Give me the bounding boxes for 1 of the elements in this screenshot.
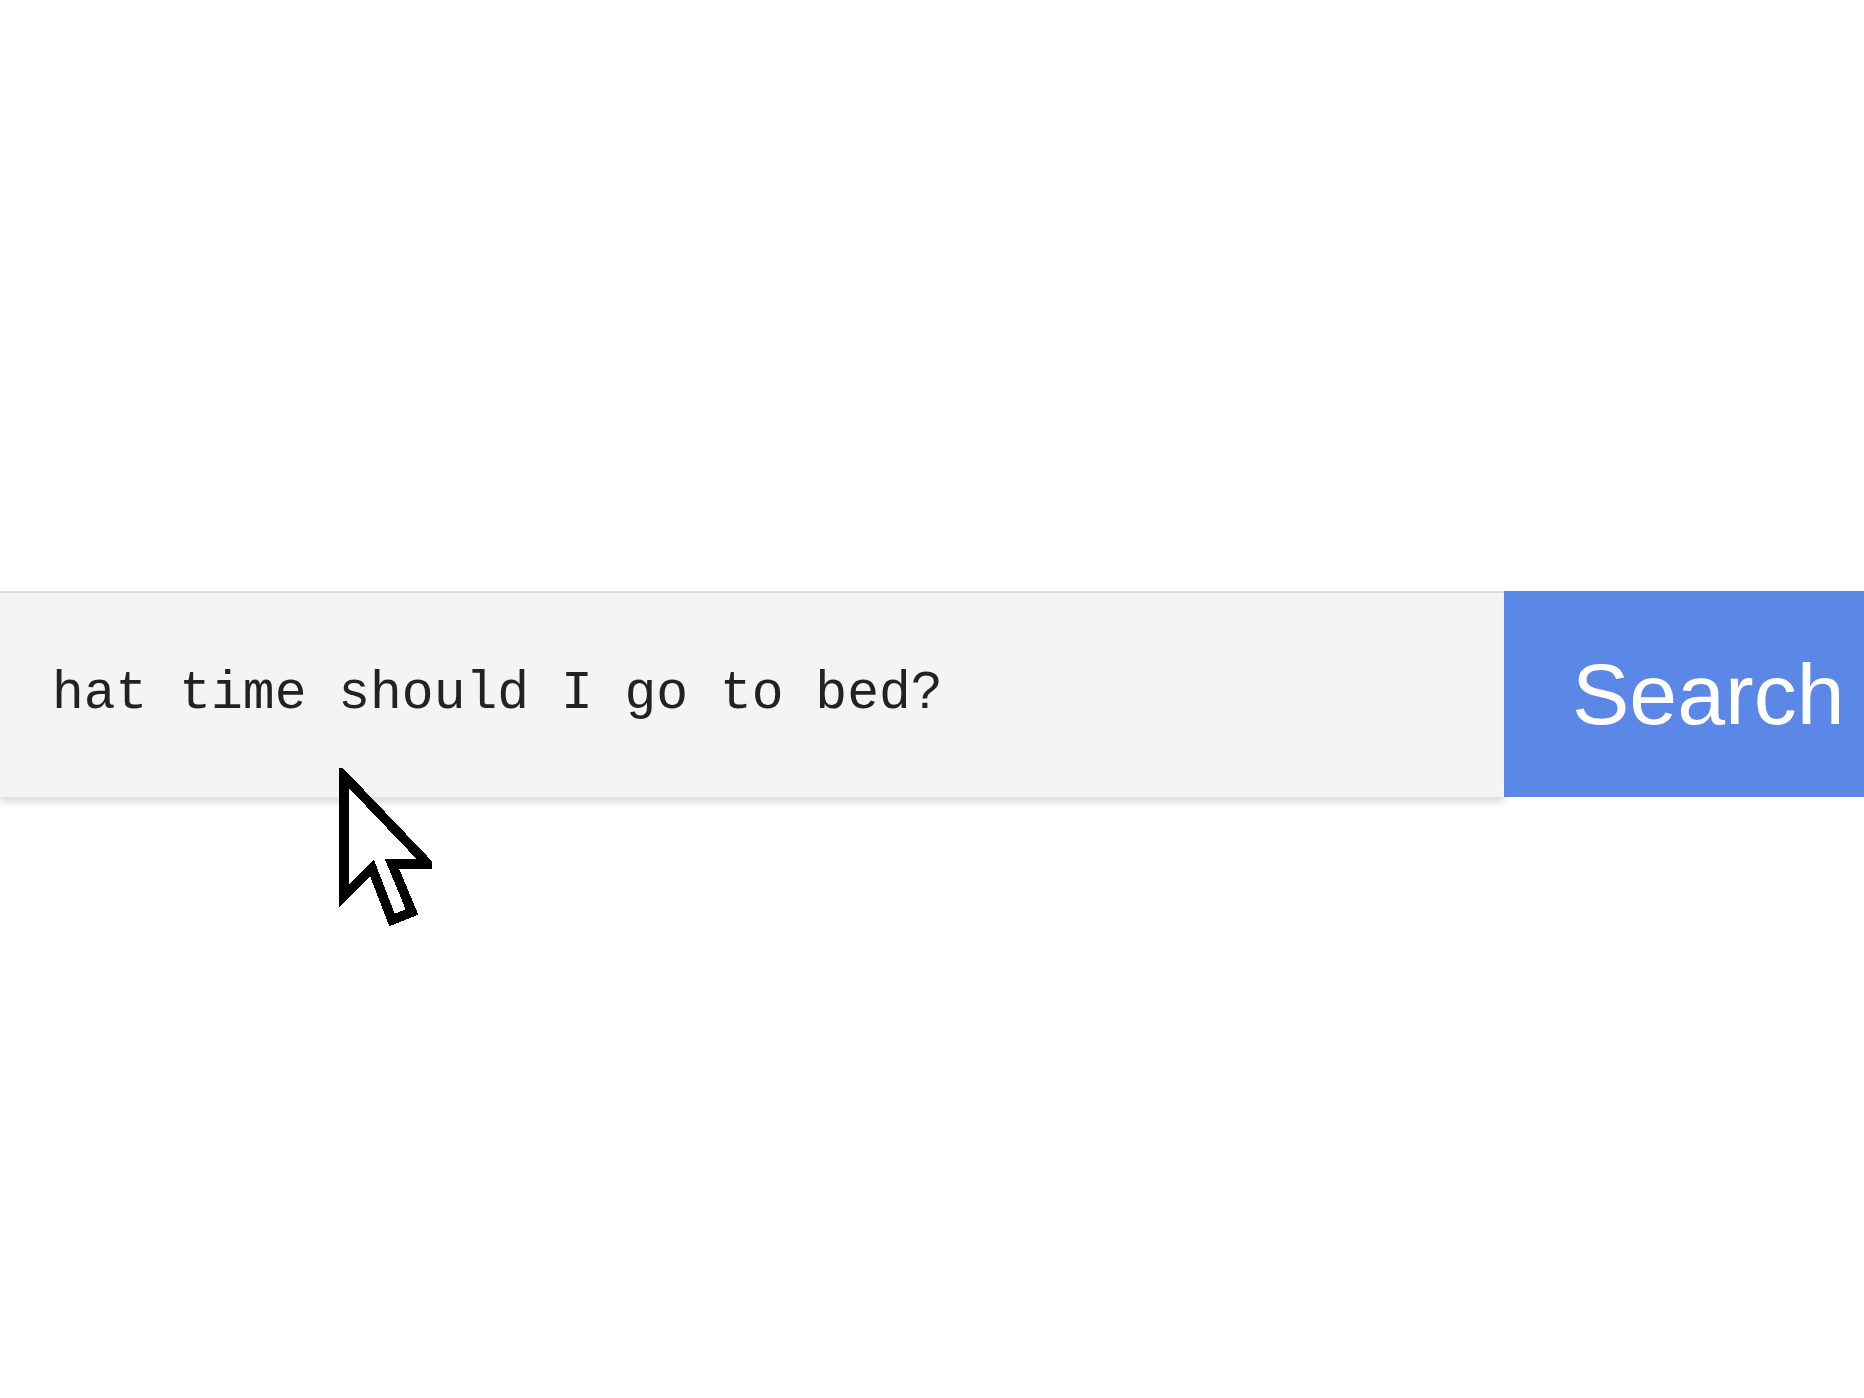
search-field[interactable]: hat time should I go to bed? (0, 591, 1504, 797)
